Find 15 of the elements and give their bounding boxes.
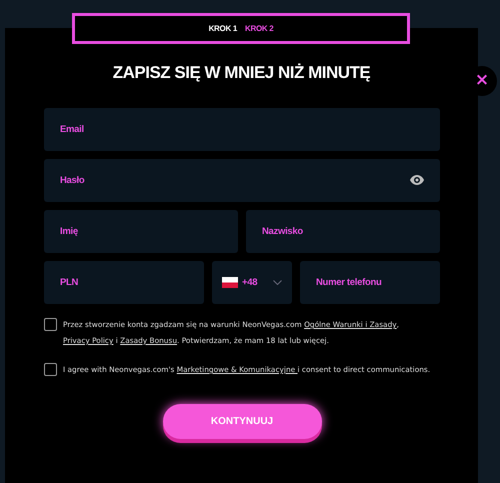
last-name-field[interactable]: Nazwisko — [246, 210, 440, 253]
poland-flag-icon — [222, 277, 238, 288]
checkbox[interactable] — [44, 318, 57, 331]
eye-icon[interactable] — [410, 175, 424, 185]
password-field[interactable]: Hasło — [44, 159, 440, 202]
step-tab[interactable]: KROK 2 — [245, 24, 274, 33]
dial-code-select[interactable]: +48 — [212, 261, 292, 304]
form-title: ZAPISZ SIĘ W MNIEJ NIŻ MINUTĘ — [112, 63, 372, 84]
step-tab[interactable]: KROK 1 — [208, 24, 237, 33]
checkbox[interactable] — [44, 363, 57, 376]
currency-select[interactable]: PLN — [44, 261, 204, 304]
phone-field[interactable]: Numer telefonu — [300, 261, 440, 304]
first-name-field[interactable]: Imię — [44, 210, 238, 253]
chevron-down-icon — [273, 280, 282, 285]
email-field[interactable]: Email — [44, 108, 440, 151]
